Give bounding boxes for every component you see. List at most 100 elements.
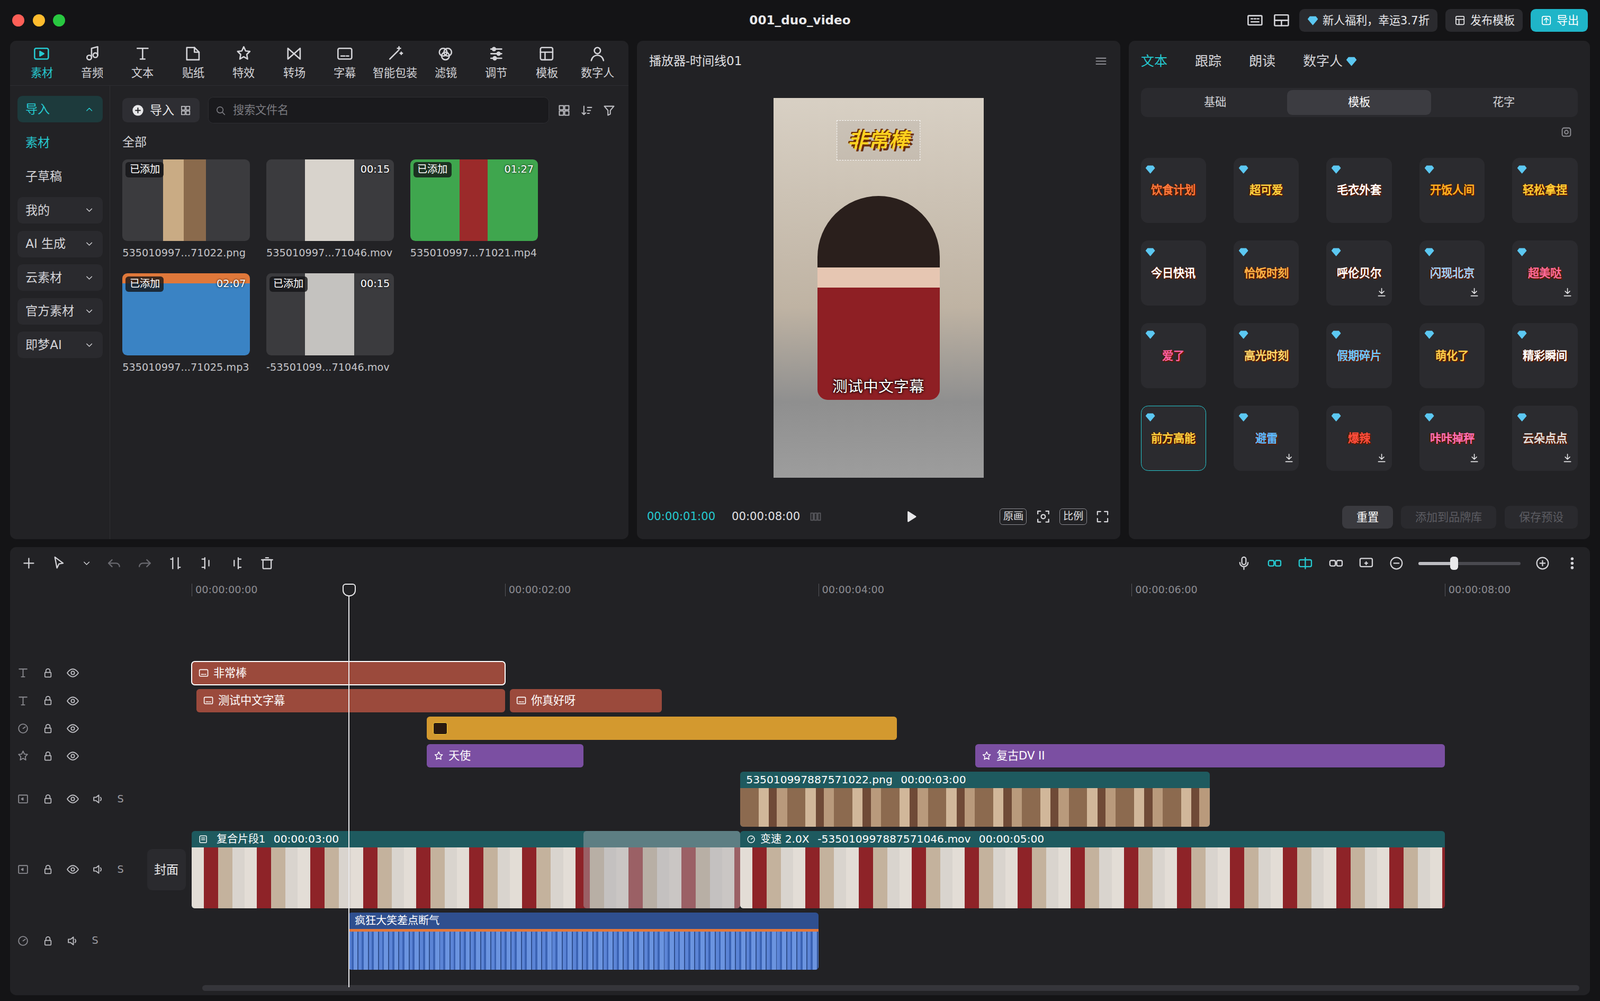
download-icon[interactable] <box>1376 286 1388 298</box>
text-clip[interactable]: 测试中文字幕 <box>196 688 506 713</box>
template-tile[interactable]: 今日快讯 <box>1140 240 1207 306</box>
lock-icon[interactable] <box>41 934 55 947</box>
zoom-button[interactable] <box>52 14 66 27</box>
toolbar-tab[interactable]: 文本 <box>117 40 168 86</box>
toolbar-tab[interactable]: 贴纸 <box>167 40 219 86</box>
speaker-icon[interactable] <box>91 792 105 806</box>
download-icon[interactable] <box>1283 452 1295 464</box>
template-tile[interactable]: 咔咔掉秤 <box>1419 405 1485 471</box>
horizontal-scrollbar[interactable] <box>202 984 1580 992</box>
eye-icon[interactable] <box>66 749 80 763</box>
split-right-icon[interactable] <box>228 554 246 572</box>
zoom-in-icon[interactable] <box>1534 555 1551 571</box>
inspector-tab[interactable]: 文本 <box>1140 51 1171 72</box>
template-tile[interactable]: 超美哒 <box>1512 240 1578 306</box>
solo-button[interactable]: S <box>117 861 124 878</box>
template-tile[interactable]: 闪现北京 <box>1419 240 1485 306</box>
sticker-clip[interactable] <box>426 716 897 740</box>
manage-icon[interactable] <box>1559 124 1574 140</box>
transition[interactable] <box>583 830 741 909</box>
quality-button[interactable]: 原画 <box>999 508 1028 525</box>
split-icon[interactable] <box>167 554 184 572</box>
subtab[interactable]: 基础 <box>1143 90 1288 115</box>
media-item[interactable]: 已添加00:15-53501099...71046.mov <box>266 273 394 376</box>
link-icon[interactable] <box>1327 554 1345 572</box>
template-tile[interactable]: 呼伦贝尔 <box>1326 240 1392 306</box>
sidebar-item[interactable]: 官方素材 <box>17 298 103 325</box>
media-item[interactable]: 已添加535010997...71022.png <box>122 159 250 262</box>
toolbar-tab[interactable]: 数字人 <box>571 40 623 86</box>
template-tile[interactable]: 爱了 <box>1140 322 1207 389</box>
sidebar-item[interactable]: 素材 <box>17 129 103 157</box>
download-icon[interactable] <box>1561 286 1573 298</box>
template-tile[interactable]: 精彩瞬间 <box>1512 322 1578 389</box>
media-item[interactable]: 已添加01:27535010997...71021.mp4 <box>410 159 538 262</box>
template-tile[interactable]: 恰饭时刻 <box>1233 240 1299 306</box>
template-tile[interactable]: 饮食计划 <box>1140 157 1207 223</box>
effect-clip[interactable]: 天使 <box>426 743 584 768</box>
sidebar-item[interactable]: 导入 <box>17 95 103 123</box>
eye-icon[interactable] <box>66 694 80 708</box>
layout-icon[interactable] <box>1272 11 1291 30</box>
download-icon[interactable] <box>1468 286 1480 298</box>
lock-icon[interactable] <box>41 863 55 876</box>
inspector-tab[interactable]: 数字人 <box>1302 51 1357 72</box>
template-tile[interactable]: 毛衣外套 <box>1326 157 1392 223</box>
minimize-button[interactable] <box>32 14 46 27</box>
magnet-icon[interactable] <box>1297 554 1314 572</box>
menu-icon[interactable] <box>1093 54 1109 69</box>
media-item[interactable]: 00:15535010997...71046.mov <box>266 159 394 262</box>
download-icon[interactable] <box>1376 452 1388 464</box>
download-icon[interactable] <box>1468 452 1480 464</box>
close-button[interactable] <box>12 14 25 27</box>
subtab[interactable]: 模板 <box>1287 90 1432 115</box>
lock-icon[interactable] <box>41 722 55 735</box>
playhead-handle[interactable] <box>342 583 356 596</box>
solo-button[interactable]: S <box>117 791 124 807</box>
zoom-knob[interactable] <box>1450 556 1459 570</box>
text-sticker[interactable]: 非常棒 <box>837 120 921 160</box>
focus-icon[interactable] <box>1035 508 1052 525</box>
sidebar-item[interactable]: 云素材 <box>17 264 103 291</box>
sidebar-item[interactable]: 子草稿 <box>17 163 103 190</box>
template-tile[interactable]: 高光时刻 <box>1233 322 1299 389</box>
subtab[interactable]: 花字 <box>1431 90 1576 115</box>
toolbar-tab[interactable]: 调节 <box>470 40 521 86</box>
ratio-button[interactable]: 比例 <box>1059 508 1087 525</box>
toolbar-tab[interactable]: 素材 <box>16 40 67 86</box>
template-tile[interactable]: 开饭人间 <box>1419 157 1485 223</box>
import-button[interactable]: 导入 <box>122 97 200 123</box>
speaker-icon[interactable] <box>91 862 105 876</box>
inspector-tab[interactable]: 跟踪 <box>1194 51 1225 72</box>
mic-icon[interactable] <box>1235 554 1253 572</box>
waveform-icon[interactable] <box>808 509 823 524</box>
eye-icon[interactable] <box>66 792 80 806</box>
promo-button[interactable]: 新人福利，幸运3.7折 <box>1299 9 1438 32</box>
media-item[interactable]: 已添加02:07535010997...71025.mp3 <box>122 273 250 376</box>
inspector-tab[interactable]: 朗读 <box>1248 51 1279 72</box>
template-tile[interactable]: 爆辣 <box>1326 405 1392 471</box>
zoom-slider[interactable] <box>1418 561 1521 565</box>
more-icon[interactable] <box>1564 555 1580 571</box>
footer-button[interactable]: 重置 <box>1342 505 1393 529</box>
toolbar-tab[interactable]: 转场 <box>268 40 320 86</box>
main-clip[interactable]: 变速 2.0X-535010997887571046.mov00:00:05:0… <box>740 830 1445 909</box>
shortcut-icon[interactable] <box>1245 11 1265 30</box>
publish-template-button[interactable]: 发布模板 <box>1445 9 1523 32</box>
toolbar-tab[interactable]: 字幕 <box>319 40 370 86</box>
toolbar-tab[interactable]: 滤镜 <box>420 40 471 86</box>
plus-icon[interactable] <box>20 554 38 572</box>
text-clip[interactable]: 你真好呀 <box>509 688 662 713</box>
preview-icon[interactable] <box>1358 554 1375 572</box>
sidebar-item[interactable]: 我的 <box>17 196 103 224</box>
view-grid-icon[interactable] <box>556 103 572 118</box>
link-icon[interactable] <box>1266 554 1283 572</box>
lock-icon[interactable] <box>41 792 55 805</box>
template-tile[interactable]: 避雷 <box>1233 405 1299 471</box>
toolbar-tab[interactable]: 智能包装 <box>370 40 421 86</box>
eye-icon[interactable] <box>66 666 80 680</box>
lock-icon[interactable] <box>41 749 55 762</box>
download-icon[interactable] <box>1561 452 1573 464</box>
toolbar-tab[interactable]: 特效 <box>218 40 269 86</box>
cursor-icon[interactable] <box>50 554 68 572</box>
